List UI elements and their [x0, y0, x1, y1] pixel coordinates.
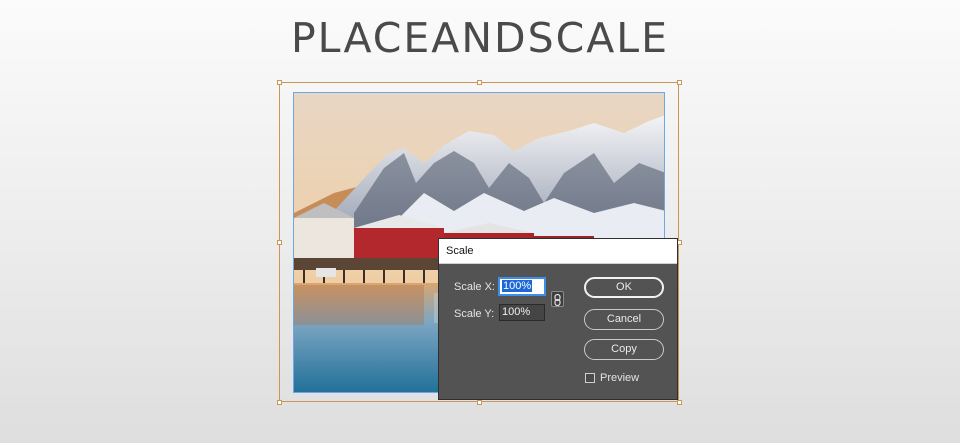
constrain-proportions-button[interactable]	[551, 291, 564, 307]
page-title: PLACEANDSCALE	[290, 14, 670, 62]
resize-handle-top-center[interactable]	[477, 80, 482, 85]
resize-handle-middle-left[interactable]	[277, 240, 282, 245]
scale-dialog[interactable]: Scale Scale X: 100% Scale Y: 100% OK Can…	[438, 238, 678, 400]
ok-button[interactable]: OK	[584, 277, 664, 298]
resize-handle-top-right[interactable]	[677, 80, 682, 85]
scale-y-label: Scale Y:	[454, 308, 495, 320]
copy-button[interactable]: Copy	[584, 339, 664, 360]
resize-handle-bottom-right[interactable]	[677, 400, 682, 405]
resize-handle-bottom-left[interactable]	[277, 400, 282, 405]
resize-handle-top-left[interactable]	[277, 80, 282, 85]
preview-checkbox[interactable]	[585, 373, 595, 383]
scale-x-value: 100%	[502, 280, 533, 292]
scale-y-input[interactable]: 100%	[499, 304, 545, 321]
chain-link-icon	[554, 293, 561, 307]
preview-label[interactable]: Preview	[600, 372, 639, 384]
scale-x-input[interactable]: 100%	[499, 278, 545, 295]
resize-handle-bottom-center[interactable]	[477, 400, 482, 405]
dialog-title[interactable]: Scale	[439, 239, 677, 264]
cancel-button[interactable]: Cancel	[584, 309, 664, 330]
scale-x-label: Scale X:	[454, 281, 495, 293]
